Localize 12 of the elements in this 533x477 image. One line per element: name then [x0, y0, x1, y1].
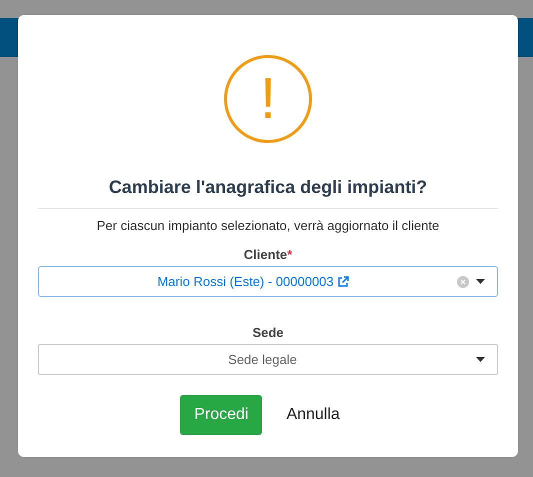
warning-icon: !	[224, 55, 312, 143]
dialog-message: Per ciascun impianto selezionato, verrà aggiornato il cliente	[96, 218, 440, 233]
cancel-button[interactable]: Annulla	[270, 395, 356, 435]
field-label: Cliente*	[244, 247, 292, 262]
caret-icon[interactable]	[476, 357, 485, 362]
proceed-button[interactable]: Procedi	[180, 395, 262, 435]
external-link-icon[interactable]	[336, 276, 349, 288]
caret-icon[interactable]	[476, 279, 485, 284]
select-field[interactable]: Mario Rossi (Este) - 00000003	[38, 266, 498, 297]
dialog-title: Cambiare l'anagrafica degli impianti?	[108, 177, 428, 198]
field-label: Sede	[252, 325, 284, 340]
select-field[interactable]: Sede legale	[38, 344, 498, 375]
